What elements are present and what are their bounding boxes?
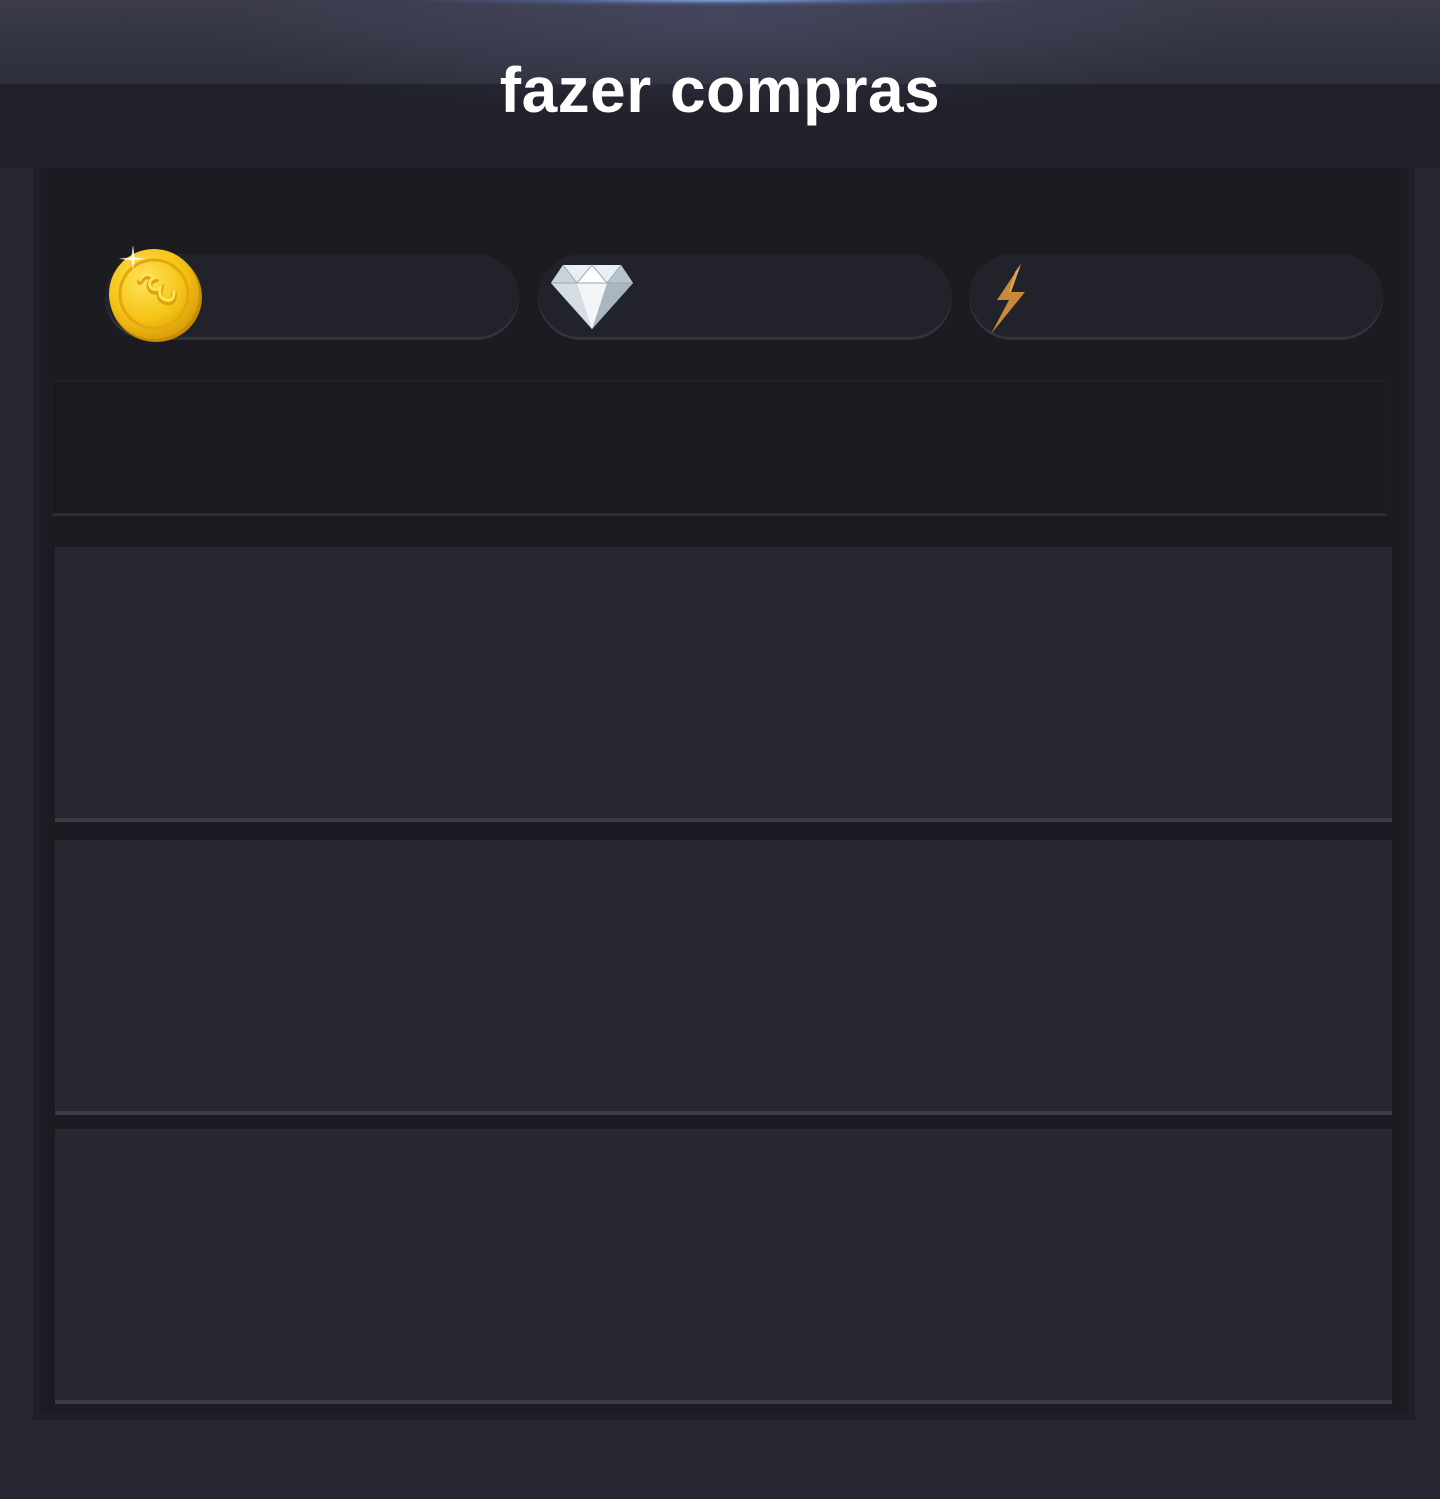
header-bar: fazer compras	[0, 0, 1440, 168]
shop-banner	[51, 380, 1387, 516]
page-title: fazer compras	[499, 54, 941, 126]
shop-item-card[interactable]	[55, 840, 1392, 1115]
gold-coin-icon	[109, 246, 202, 342]
shop-item-card[interactable]	[55, 547, 1392, 822]
shop-panel	[33, 168, 1415, 1420]
energy-balance-pill[interactable]	[969, 254, 1383, 340]
shop-item-card[interactable]	[55, 1129, 1392, 1404]
lightning-bolt-icon	[991, 264, 1025, 334]
diamond-icon	[551, 264, 633, 329]
